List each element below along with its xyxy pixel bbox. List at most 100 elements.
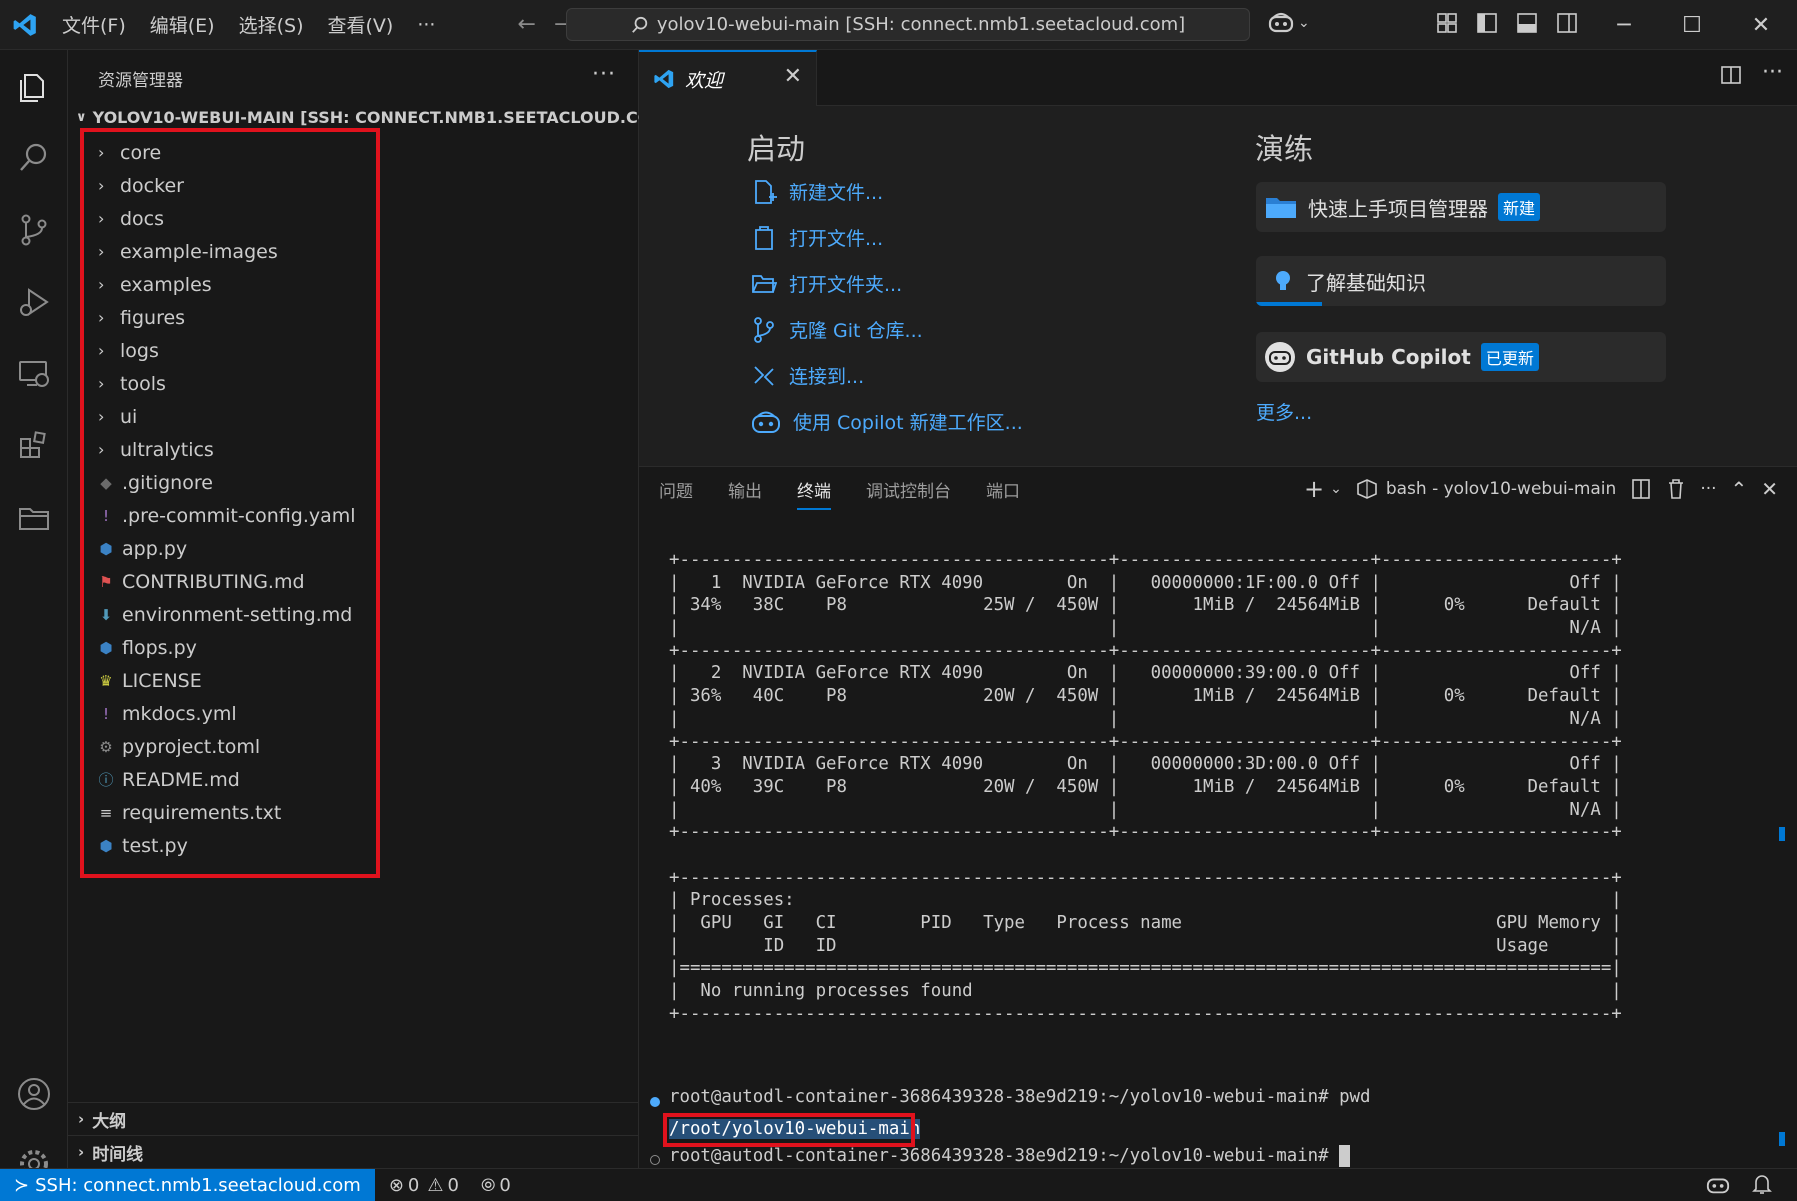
tree-item-label: mkdocs.yml xyxy=(122,702,237,725)
maximize-panel-icon[interactable]: ⌃ xyxy=(1731,477,1748,501)
new-file-label: 新建文件... xyxy=(789,182,884,204)
workspace-root-folder[interactable]: ∨ YOLOV10-WEBUI-MAIN [SSH: CONNECT.NMB1.… xyxy=(76,108,675,127)
toggle-sidebar-icon[interactable] xyxy=(1476,12,1498,34)
tree-folder[interactable]: › examples xyxy=(78,268,448,301)
tree-file[interactable]: ! .pre-commit-config.yaml xyxy=(78,499,448,532)
more-actions-icon[interactable]: ··· xyxy=(592,62,616,87)
close-panel-icon[interactable]: ✕ xyxy=(1761,477,1778,501)
terminal-line: +---------------------------------------… xyxy=(669,731,1622,752)
menu-edit[interactable]: 编辑(E) xyxy=(138,0,227,50)
terminal-current-prompt[interactable]: root@autodl-container-3686439328-38e9d21… xyxy=(669,1145,1351,1167)
accounts-icon[interactable] xyxy=(0,1060,68,1128)
walkthrough-fundamentals[interactable]: 了解基础知识 xyxy=(1256,256,1666,306)
tree-folder[interactable]: › ultralytics xyxy=(78,433,448,466)
tree-file[interactable]: ⬢ flops.py xyxy=(78,631,448,664)
open-file-label: 打开文件... xyxy=(789,228,884,250)
tree-file[interactable]: ≡ requirements.txt xyxy=(78,796,448,829)
tab-output[interactable]: 输出 xyxy=(728,477,762,510)
terminal-line: +---------------------------------------… xyxy=(669,1003,1622,1024)
tree-file[interactable]: ◆ .gitignore xyxy=(78,466,448,499)
tab-ports[interactable]: 端口 xyxy=(986,477,1020,510)
more-walkthroughs-link[interactable]: 更多... xyxy=(1256,398,1312,425)
tree-item-label: pyproject.toml xyxy=(122,735,261,758)
customize-layout-icon[interactable] xyxy=(1436,12,1458,34)
split-terminal-icon[interactable] xyxy=(1630,478,1652,500)
split-editor-icon[interactable] xyxy=(1720,64,1742,86)
tree-item-label: figures xyxy=(120,306,186,329)
tree-folder[interactable]: › figures xyxy=(78,301,448,334)
back-arrow-icon[interactable]: ← xyxy=(517,12,535,37)
tree-folder[interactable]: › core xyxy=(78,136,448,169)
tree-folder[interactable]: › docs xyxy=(78,202,448,235)
tab-welcome[interactable]: 欢迎 ✕ xyxy=(639,50,817,106)
connect-to-link[interactable]: 连接到... xyxy=(751,362,864,389)
tree-file[interactable]: ⚙ pyproject.toml xyxy=(78,730,448,763)
tree-file[interactable]: ⚑ CONTRIBUTING.md xyxy=(78,565,448,598)
menu-view[interactable]: 查看(V) xyxy=(316,0,406,50)
scrollbar-marker xyxy=(1779,827,1785,841)
explorer-sidebar: 资源管理器 ··· ∨ YOLOV10-WEBUI-MAIN [SSH: CON… xyxy=(68,50,675,1168)
search-icon[interactable] xyxy=(0,124,68,192)
close-window-icon[interactable]: ✕ xyxy=(1727,0,1795,50)
menu-file[interactable]: 文件(F) xyxy=(50,0,138,50)
terminal-name[interactable]: bash - yolov10-webui-main xyxy=(1386,479,1616,499)
timeline-section[interactable]: › 时间线 xyxy=(68,1135,639,1168)
tree-file[interactable]: ⬢ test.py xyxy=(78,829,448,862)
new-file-link[interactable]: 新建文件... xyxy=(751,178,883,205)
toggle-panel-icon[interactable] xyxy=(1516,12,1538,34)
tree-folder[interactable]: › logs xyxy=(78,334,448,367)
walkthrough-github-copilot[interactable]: GitHub Copilot 已更新 xyxy=(1256,332,1666,382)
extensions-icon[interactable] xyxy=(0,412,68,480)
open-file-link[interactable]: 打开文件... xyxy=(751,224,883,251)
tree-folder[interactable]: › docker xyxy=(78,169,448,202)
source-control-icon[interactable] xyxy=(0,196,68,264)
tree-file[interactable]: ⓘ README.md xyxy=(78,763,448,796)
tree-folder[interactable]: › ui xyxy=(78,400,448,433)
terminal-output[interactable]: +---------------------------------------… xyxy=(669,547,1622,1024)
broadcast-icon: ⦾ xyxy=(480,1174,496,1196)
explorer-icon[interactable] xyxy=(0,54,68,122)
menu-more[interactable]: ··· xyxy=(405,0,447,50)
more-actions-icon[interactable]: ··· xyxy=(1700,479,1716,499)
trash-icon[interactable] xyxy=(1666,478,1686,500)
tree-folder[interactable]: › example-images xyxy=(78,235,448,268)
tab-terminal[interactable]: 终端 xyxy=(797,477,831,510)
clone-git-link[interactable]: 克隆 Git 仓库... xyxy=(751,316,923,343)
command-center[interactable]: yolov10-webui-main [SSH: connect.nmb1.se… xyxy=(566,8,1250,41)
tree-file[interactable]: ♛ LICENSE xyxy=(78,664,448,697)
notifications-bell-icon[interactable] xyxy=(1752,1173,1772,1200)
tree-file[interactable]: ⬇ environment-setting.md xyxy=(78,598,448,631)
new-terminal-icon[interactable]: + xyxy=(1304,475,1324,503)
ports-indicator[interactable]: ⦾ 0 xyxy=(481,1175,511,1196)
warning-icon: ⚠ xyxy=(427,1174,444,1196)
copilot-new-workspace-link[interactable]: 使用 Copilot 新建工作区... xyxy=(751,408,1023,435)
chevron-right-icon: › xyxy=(98,407,105,426)
tab-debug-console[interactable]: 调试控制台 xyxy=(866,477,951,510)
tree-folder[interactable]: › tools xyxy=(78,367,448,400)
open-folder-link[interactable]: 打开文件夹... xyxy=(751,270,902,297)
menu-selection[interactable]: 选择(S) xyxy=(227,0,316,50)
outline-section[interactable]: › 大纲 xyxy=(68,1102,639,1135)
tab-problems[interactable]: 问题 xyxy=(659,477,693,510)
walkthrough-project-manager[interactable]: 快速上手项目管理器 新建 xyxy=(1256,182,1666,232)
remote-indicator[interactable]: ≻ SSH: connect.nmb1.seetacloud.com xyxy=(0,1168,375,1201)
tree-file[interactable]: ! mkdocs.yml xyxy=(78,697,448,730)
more-actions-icon[interactable]: ··· xyxy=(1762,60,1783,86)
project-manager-icon[interactable] xyxy=(0,484,68,552)
tree-item-label: core xyxy=(120,141,162,164)
toggle-secondary-sidebar-icon[interactable] xyxy=(1556,12,1578,34)
tree-file[interactable]: ⬢ app.py xyxy=(78,532,448,565)
python-file-icon: ⬢ xyxy=(99,539,113,558)
chevron-right-icon: › xyxy=(98,176,105,195)
maximize-icon[interactable]: ☐ xyxy=(1658,0,1726,50)
minimize-icon[interactable]: ─ xyxy=(1590,0,1658,50)
run-debug-icon[interactable] xyxy=(0,268,68,336)
chevron-down-icon[interactable]: ⌄ xyxy=(1330,481,1342,497)
problems-indicator[interactable]: ⊗ 0 ⚠ 0 xyxy=(389,1175,459,1196)
copilot-status-icon[interactable] xyxy=(1706,1174,1730,1201)
remote-explorer-icon[interactable] xyxy=(0,340,68,408)
settings-file-icon: ⚙ xyxy=(99,737,113,756)
close-tab-icon[interactable]: ✕ xyxy=(784,64,802,89)
copilot-menu-button[interactable]: ⌄ xyxy=(1268,12,1310,34)
prompt-text: root@autodl-container-3686439328-38e9d21… xyxy=(669,1146,1340,1166)
